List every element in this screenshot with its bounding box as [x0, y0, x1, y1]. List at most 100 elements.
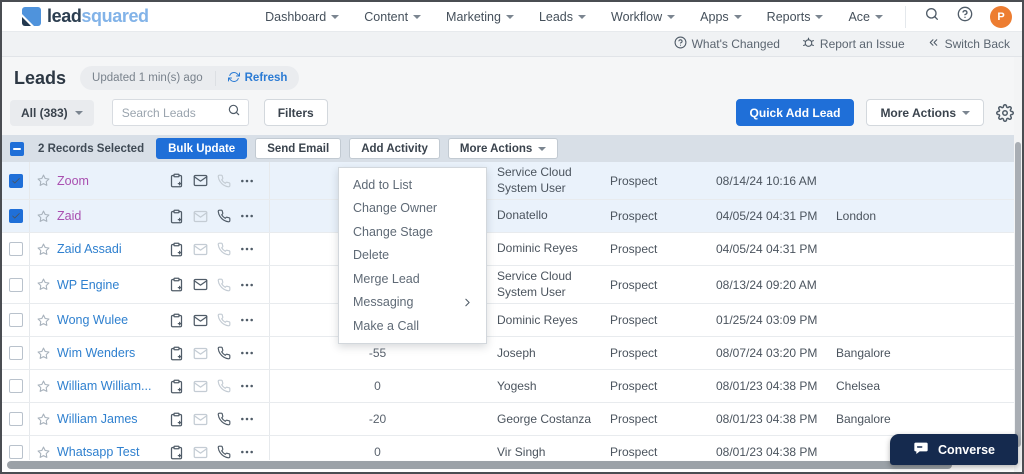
menu-item-delete[interactable]: Delete — [339, 244, 486, 268]
row-more-icon[interactable] — [240, 209, 254, 223]
menu-item-change-stage[interactable]: Change Stage — [339, 220, 486, 244]
row-checkbox[interactable] — [8, 209, 23, 224]
menu-item-add-to-list[interactable]: Add to List — [339, 173, 486, 197]
star-icon[interactable] — [37, 174, 50, 187]
lead-name-link[interactable]: William James — [57, 412, 138, 426]
phone-icon[interactable] — [217, 313, 231, 327]
switch-back-button[interactable]: Switch Back — [927, 36, 1010, 52]
star-icon[interactable] — [37, 314, 50, 327]
row-checkbox[interactable] — [8, 379, 23, 394]
menu-item-make-a-call[interactable]: Make a Call — [339, 314, 486, 338]
lead-name-link[interactable]: WP Engine — [57, 278, 119, 292]
nav-item-workflow[interactable]: Workflow — [611, 10, 676, 24]
add-activity-icon[interactable] — [169, 277, 184, 292]
row-more-icon[interactable] — [240, 313, 254, 327]
add-activity-icon[interactable] — [169, 209, 184, 224]
email-icon[interactable] — [193, 209, 208, 224]
phone-icon[interactable] — [217, 278, 231, 292]
refresh-button[interactable]: Refresh — [214, 70, 300, 86]
lead-name-link[interactable]: Wim Wenders — [57, 346, 135, 360]
row-checkbox[interactable] — [8, 412, 23, 427]
search-icon[interactable] — [924, 6, 940, 27]
phone-icon[interactable] — [217, 412, 231, 426]
nav-item-reports[interactable]: Reports — [767, 10, 824, 24]
phone-icon[interactable] — [217, 379, 231, 393]
lead-name-link[interactable]: Whatsapp Test — [57, 445, 139, 459]
bulk-update-button[interactable]: Bulk Update — [156, 138, 248, 159]
menu-item-change-owner[interactable]: Change Owner — [339, 197, 486, 221]
row-more-icon[interactable] — [240, 412, 254, 426]
row-more-icon[interactable] — [240, 278, 254, 292]
email-icon[interactable] — [193, 346, 208, 361]
phone-icon[interactable] — [217, 209, 231, 223]
lead-view-selector[interactable]: All (383) — [10, 99, 94, 126]
help-icon[interactable] — [957, 6, 973, 27]
row-checkbox[interactable] — [8, 346, 23, 361]
menu-item-messaging[interactable]: Messaging — [339, 291, 486, 315]
nav-item-content[interactable]: Content — [364, 10, 422, 24]
star-icon[interactable] — [37, 210, 50, 223]
filters-button[interactable]: Filters — [263, 99, 328, 126]
menu-item-merge-lead[interactable]: Merge Lead — [339, 267, 486, 291]
vertical-scrollbar-thumb[interactable] — [1015, 142, 1021, 447]
star-icon[interactable] — [37, 380, 50, 393]
row-more-icon[interactable] — [240, 242, 254, 256]
lead-name-link[interactable]: William William... — [57, 379, 151, 393]
email-icon[interactable] — [193, 379, 208, 394]
nav-item-apps[interactable]: Apps — [700, 10, 742, 24]
star-icon[interactable] — [37, 243, 50, 256]
row-more-icon[interactable] — [240, 379, 254, 393]
horizontal-scrollbar-thumb[interactable] — [7, 461, 952, 469]
add-activity-icon[interactable] — [169, 445, 184, 460]
converse-button[interactable]: Converse — [890, 434, 1018, 465]
star-icon[interactable] — [37, 347, 50, 360]
phone-icon[interactable] — [217, 346, 231, 360]
header-more-actions-button[interactable]: More Actions — [866, 99, 984, 126]
star-icon[interactable] — [37, 446, 50, 459]
row-checkbox[interactable] — [8, 445, 23, 460]
whats-changed-button[interactable]: What's Changed — [674, 36, 780, 52]
send-email-button[interactable]: Send Email — [255, 138, 342, 159]
row-checkbox[interactable] — [8, 242, 23, 257]
row-more-icon[interactable] — [240, 445, 254, 459]
phone-icon[interactable] — [217, 242, 231, 256]
gear-icon[interactable] — [996, 103, 1014, 122]
nav-item-dashboard[interactable]: Dashboard — [265, 10, 340, 24]
lead-name-link[interactable]: Zaid — [57, 209, 81, 223]
email-icon[interactable] — [193, 412, 208, 427]
row-more-icon[interactable] — [240, 346, 254, 360]
add-activity-icon[interactable] — [169, 242, 184, 257]
row-checkbox[interactable] — [8, 173, 23, 188]
search-icon[interactable] — [227, 103, 241, 122]
leadsquared-logo[interactable]: leadsquared — [22, 6, 149, 27]
add-activity-button[interactable]: Add Activity — [349, 138, 440, 159]
nav-item-leads[interactable]: Leads — [539, 10, 586, 24]
quick-add-lead-button[interactable]: Quick Add Lead — [735, 99, 855, 126]
email-icon[interactable] — [193, 445, 208, 460]
add-activity-icon[interactable] — [169, 346, 184, 361]
row-checkbox[interactable] — [8, 277, 23, 292]
phone-icon[interactable] — [217, 174, 231, 188]
star-icon[interactable] — [37, 278, 50, 291]
email-icon[interactable] — [193, 173, 208, 188]
user-avatar[interactable]: P — [990, 5, 1012, 28]
select-all-checkbox[interactable] — [10, 141, 24, 156]
row-more-icon[interactable] — [240, 174, 254, 188]
phone-icon[interactable] — [217, 445, 231, 459]
star-icon[interactable] — [37, 413, 50, 426]
lead-name-link[interactable]: Wong Wulee — [57, 313, 128, 327]
email-icon[interactable] — [193, 313, 208, 328]
toolbar-more-actions-button[interactable]: More Actions — [447, 138, 559, 159]
row-checkbox[interactable] — [8, 313, 23, 328]
add-activity-icon[interactable] — [169, 313, 184, 328]
add-activity-icon[interactable] — [169, 412, 184, 427]
nav-item-marketing[interactable]: Marketing — [446, 10, 514, 24]
email-icon[interactable] — [193, 242, 208, 257]
report-issue-button[interactable]: Report an Issue — [802, 36, 905, 52]
lead-name-link[interactable]: Zaid Assadi — [57, 242, 122, 256]
lead-name-link[interactable]: Zoom — [57, 174, 89, 188]
search-leads-input[interactable] — [119, 104, 227, 121]
add-activity-icon[interactable] — [169, 173, 184, 188]
email-icon[interactable] — [193, 277, 208, 292]
add-activity-icon[interactable] — [169, 379, 184, 394]
